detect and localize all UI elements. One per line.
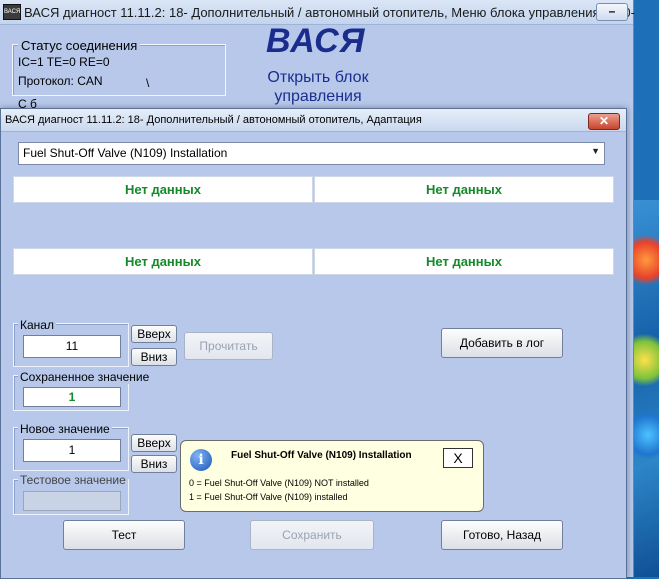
- new-value-up-button[interactable]: Вверх: [131, 434, 177, 452]
- main-window-title: ВАСЯ диагност 11.11.2: 18- Дополнительны…: [24, 5, 635, 20]
- test-button[interactable]: Тест: [63, 520, 185, 550]
- new-value-label: Новое значение: [18, 422, 112, 436]
- minimize-button[interactable]: –: [596, 3, 628, 21]
- dialog-close-button[interactable]: ✕: [588, 113, 620, 130]
- dialog-titlebar[interactable]: ВАСЯ диагност 11.11.2: 18- Дополнительны…: [1, 109, 626, 132]
- data-field: Нет данных: [314, 248, 614, 275]
- connection-status-label: Статус соединения: [18, 38, 141, 53]
- new-value-input[interactable]: 1: [23, 439, 121, 462]
- read-button[interactable]: Прочитать: [184, 332, 273, 360]
- dialog-title: ВАСЯ диагност 11.11.2: 18- Дополнительны…: [5, 114, 422, 126]
- activity-indicator: \: [146, 76, 150, 90]
- open-control-unit-link[interactable]: Открыть блок управления: [250, 68, 386, 106]
- tooltip-option-1: 1 = Fuel Shut-Off Valve (N109) installed: [189, 492, 348, 502]
- channel-select-value: Fuel Shut-Off Valve (N109) Installation: [23, 146, 228, 160]
- save-button[interactable]: Сохранить: [250, 520, 374, 550]
- tooltip-title: Fuel Shut-Off Valve (N109) Installation: [231, 450, 412, 461]
- data-field: Нет данных: [13, 248, 313, 275]
- done-back-button[interactable]: Готово, Назад: [441, 520, 563, 550]
- saved-value-field: 1: [23, 387, 121, 407]
- tooltip-close-button[interactable]: X: [443, 448, 473, 468]
- test-value-label: Тестовое значение: [18, 473, 128, 487]
- help-tooltip: i Fuel Shut-Off Valve (N109) Installatio…: [180, 440, 484, 512]
- data-field: Нет данных: [13, 176, 313, 203]
- protocol-label: Протокол: CAN: [18, 74, 103, 88]
- test-value-field: [23, 491, 121, 511]
- tooltip-option-0: 0 = Fuel Shut-Off Valve (N109) NOT insta…: [189, 478, 369, 488]
- new-value-down-button[interactable]: Вниз: [131, 455, 177, 473]
- add-to-log-button[interactable]: Добавить в лог: [441, 328, 563, 358]
- channel-up-button[interactable]: Вверх: [131, 325, 177, 343]
- app-logo: ВАСЯ: [266, 22, 366, 60]
- saved-value-label: Сохраненное значение: [18, 370, 152, 384]
- channel-down-button[interactable]: Вниз: [131, 348, 177, 366]
- status-counters: IC=1 TE=0 RE=0: [18, 55, 110, 69]
- info-icon: i: [190, 449, 212, 471]
- channel-select[interactable]: Fuel Shut-Off Valve (N109) Installation …: [18, 142, 605, 165]
- chevron-down-icon[interactable]: ▼: [591, 146, 600, 156]
- app-icon: ВАСЯ: [3, 4, 21, 20]
- channel-label: Канал: [18, 318, 56, 332]
- data-field: Нет данных: [314, 176, 614, 203]
- channel-input[interactable]: 11: [23, 335, 121, 358]
